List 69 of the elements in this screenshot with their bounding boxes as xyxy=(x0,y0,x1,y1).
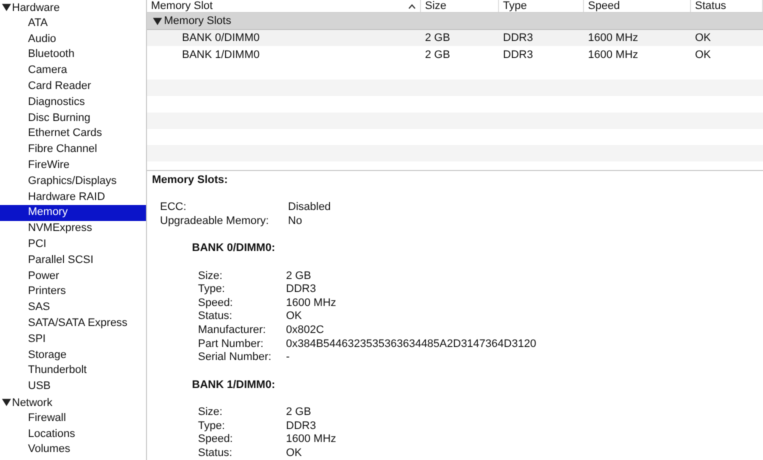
field-value: DDR3 xyxy=(286,420,317,434)
sidebar-item[interactable]: PCI xyxy=(0,236,146,253)
table-group-row[interactable]: Memory Slots xyxy=(147,13,763,30)
field-label: Status: xyxy=(198,446,234,460)
sidebar-item[interactable]: SPI xyxy=(0,332,146,348)
sidebar-item[interactable]: SAS xyxy=(0,300,146,316)
bank-title: BANK 1/DIMM0: xyxy=(191,378,276,392)
field-label: Serial Number: xyxy=(198,351,272,365)
column-header[interactable]: Memory Slot xyxy=(147,0,421,12)
field-value: 0x802C xyxy=(286,324,325,338)
sidebar-item[interactable]: SATA/SATA Express xyxy=(0,316,146,332)
sidebar-item[interactable]: Camera xyxy=(0,63,146,79)
sidebar-item[interactable]: Diagnostics xyxy=(0,94,146,111)
sidebar-group-label[interactable]: Network xyxy=(12,396,52,409)
field-value: - xyxy=(286,351,291,365)
sidebar-item[interactable]: Storage xyxy=(0,348,146,364)
field-label: Speed: xyxy=(198,296,234,310)
table-row[interactable]: BANK 0/DIMM0 2 GB DDR3 1600 MHz OK xyxy=(147,30,763,46)
field-label: Size: xyxy=(198,270,224,284)
field-value: 2 GB xyxy=(286,270,312,284)
detail-title: Memory Slots: xyxy=(152,174,229,188)
sidebar-item[interactable]: Thunderbolt xyxy=(0,363,146,380)
field-value: 2 GB xyxy=(286,406,312,420)
sidebar-item[interactable]: Printers xyxy=(0,284,146,300)
field-label: Type: xyxy=(198,420,226,434)
sidebar-item[interactable]: Hardware RAID xyxy=(0,190,146,206)
bank-title: BANK 0/DIMM0: xyxy=(191,242,276,256)
sidebar-item[interactable]: Power xyxy=(0,268,146,284)
sidebar-item[interactable]: Firewall xyxy=(0,410,146,427)
column-header[interactable]: Type xyxy=(499,0,584,12)
field-value: OK xyxy=(286,310,303,324)
column-header[interactable]: Status xyxy=(691,0,763,12)
field-label: Speed: xyxy=(198,433,234,447)
sidebar-item[interactable]: Ethernet Cards xyxy=(0,126,146,142)
field-value: OK xyxy=(286,446,303,460)
sidebar-item[interactable]: Disc Burning xyxy=(0,110,146,126)
sidebar-item[interactable]: Audio xyxy=(0,32,146,48)
disclosure-triangle-icon[interactable] xyxy=(2,3,11,12)
field-label: Size: xyxy=(198,406,224,420)
field-value: 1600 MHz xyxy=(286,433,338,447)
sidebar-item[interactable]: USB xyxy=(0,379,146,395)
field-value: 0x384B5446323535363634485A2D3147364D3120 xyxy=(286,338,538,352)
field-value: 1600 MHz xyxy=(286,296,338,310)
sidebar-item[interactable]: Fibre Channel xyxy=(0,142,146,158)
sidebar-item[interactable]: Volumes xyxy=(0,442,146,458)
field-label: Upgradeable Memory: xyxy=(160,214,270,228)
sidebar-item[interactable]: Card Reader xyxy=(0,78,146,95)
sidebar-item[interactable]: FireWire xyxy=(0,158,146,174)
disclosure-triangle-icon[interactable] xyxy=(153,16,162,26)
column-header[interactable]: Speed xyxy=(584,0,691,12)
sidebar-item[interactable]: Memory xyxy=(0,205,146,222)
disclosure-triangle-icon[interactable] xyxy=(2,398,11,408)
sidebar-item[interactable]: ATA xyxy=(0,16,146,32)
sidebar-item[interactable]: NVMExpress xyxy=(0,221,146,237)
field-value: No xyxy=(288,214,304,228)
field-label: Manufacturer: xyxy=(198,324,267,338)
sidebar-group-label[interactable]: Hardware xyxy=(12,2,60,14)
field-value: DDR3 xyxy=(286,283,317,297)
sidebar-item[interactable]: Graphics/Displays xyxy=(0,174,146,190)
field-label: Type: xyxy=(198,283,226,297)
column-header[interactable]: Size xyxy=(421,0,499,12)
field-label: Part Number: xyxy=(198,338,264,352)
sidebar-item[interactable]: Bluetooth xyxy=(0,47,146,64)
field-label: ECC: xyxy=(160,201,188,215)
sidebar-item[interactable]: Parallel SCSI xyxy=(0,252,146,269)
field-value: Disabled xyxy=(288,201,332,215)
field-label: Status: xyxy=(198,310,234,324)
table-row[interactable]: BANK 1/DIMM0 2 GB DDR3 1600 MHz OK xyxy=(147,46,763,63)
sidebar-item[interactable]: Locations xyxy=(0,426,146,442)
